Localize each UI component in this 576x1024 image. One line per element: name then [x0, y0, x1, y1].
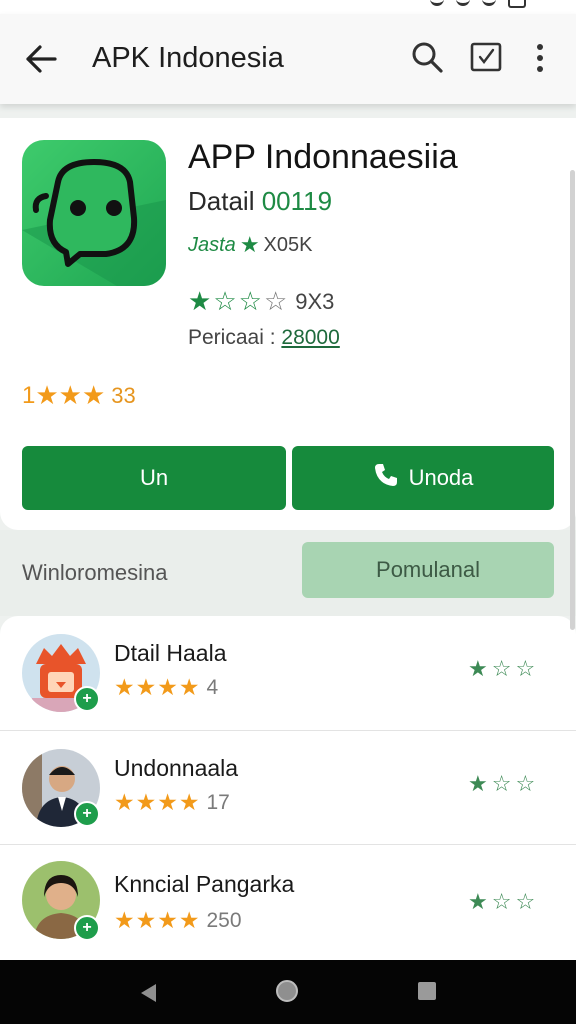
star-rating[interactable]: ★ ☆ ☆ — [468, 771, 535, 797]
star-half-icon: ★ — [468, 656, 488, 681]
star-rating[interactable]: ★ ☆ ☆ — [468, 656, 535, 682]
signal-icon — [430, 0, 444, 6]
battery-icon — [508, 0, 526, 8]
list-item-count: 17 — [206, 790, 230, 814]
list-item-count: 4 — [206, 675, 219, 699]
star-half-icon: ★ — [468, 771, 488, 796]
period-line: Pericaai : 28000 — [188, 326, 340, 350]
status-bar — [0, 0, 576, 14]
app-detail-card: APP Indonnaesiia Datail 00119 Jasta ★ X0… — [0, 118, 576, 530]
more-vert-icon[interactable] — [530, 42, 550, 74]
user-rating-count: 33 — [111, 382, 136, 408]
call-button-label: Unoda — [408, 465, 474, 490]
check-box-icon[interactable] — [470, 42, 502, 72]
period-label: Pericaai : — [188, 326, 276, 349]
page-title: APK Indonesia — [92, 42, 284, 74]
detail-value: 00119 — [261, 186, 333, 216]
tag-line: Jasta ★ X05K — [188, 232, 312, 258]
star-rating[interactable]: ★ ☆ ☆ — [468, 889, 535, 915]
star-icon: ★★★★ — [114, 907, 201, 933]
add-icon[interactable]: + — [74, 915, 100, 941]
star-outline-icon: ☆ — [491, 656, 512, 681]
scrollbar[interactable] — [570, 170, 575, 630]
status-icons — [430, 0, 526, 8]
system-nav-bar — [0, 960, 576, 1024]
star-outline-icon: ☆ — [515, 771, 536, 796]
list-item[interactable]: + Dtail Haala ★★★★ 4 ★ ☆ ☆ — [0, 616, 576, 730]
list-item-rating: ★★★★ 17 — [114, 789, 230, 816]
primary-button[interactable]: Un — [22, 446, 286, 510]
star-outline-icon: ☆ — [238, 286, 262, 316]
add-icon[interactable]: + — [74, 686, 100, 712]
filter-label[interactable]: Winloromesina — [22, 560, 168, 586]
nav-home-icon[interactable] — [276, 980, 298, 1002]
list-item-name: Dtail Haala — [114, 640, 227, 666]
star-outline-icon: ☆ — [263, 286, 288, 316]
wifi-icon — [456, 0, 470, 6]
period-value[interactable]: 28000 — [281, 326, 339, 349]
star-outline-icon: ☆ — [491, 771, 512, 796]
detail-prefix: Datail — [188, 186, 255, 216]
tag-text: Jasta — [188, 233, 236, 256]
call-button[interactable]: Unoda — [292, 446, 554, 510]
star-outline-icon: ☆ — [515, 889, 536, 914]
list-item-name: Undonnaala — [114, 755, 239, 781]
list-item-count: 250 — [206, 908, 242, 932]
phone-icon — [373, 462, 399, 494]
star-icon: ★★★★ — [114, 789, 201, 815]
app-bar: APK Indonesia — [0, 14, 576, 104]
rating-count: 9X3 — [295, 288, 335, 314]
filter-chip-label: Pomulanal — [376, 557, 480, 582]
star-outline-icon: ☆ — [213, 286, 237, 316]
star-outline-icon: ☆ — [491, 889, 512, 914]
filter-chip[interactable]: Pomulanal — [302, 542, 554, 598]
rating-line: ★ ☆ ☆ ☆ 9X3 — [188, 286, 334, 317]
list-item-rating: ★★★★ 250 — [114, 907, 242, 934]
star-filled-icon: ★ — [188, 286, 212, 316]
star-outline-icon: ☆ — [515, 656, 536, 681]
nav-back-icon[interactable] — [138, 982, 158, 1009]
arrow-back-icon[interactable] — [24, 44, 58, 74]
primary-button-label: Un — [139, 465, 169, 490]
app-logo-icon — [22, 140, 166, 286]
nav-recents-icon[interactable] — [418, 982, 436, 1000]
review-list: + Dtail Haala ★★★★ 4 ★ ☆ ☆ + Undonnaala — [0, 616, 576, 960]
list-item[interactable]: + Knncial Pangarka ★★★★ 250 ★ ☆ ☆ — [0, 844, 576, 958]
star-icon: ★★★★ — [114, 674, 201, 700]
filter-row: Winloromesina Pomulanal — [0, 530, 576, 616]
detail-line: Datail 00119 — [188, 186, 332, 217]
search-icon[interactable] — [410, 40, 444, 74]
add-icon[interactable]: + — [74, 801, 100, 827]
rating-prefix: 1 — [22, 381, 36, 409]
star-icon: ★ — [239, 232, 260, 257]
list-item-rating: ★★★★ 4 — [114, 674, 218, 701]
user-rating: 1 ★★★ 33 — [22, 380, 136, 411]
list-item[interactable]: + Undonnaala ★★★★ 17 ★ ☆ ☆ — [0, 730, 576, 844]
vibrate-icon — [482, 0, 496, 6]
list-item-name: Knncial Pangarka — [114, 871, 295, 897]
star-icon: ★★★ — [35, 380, 106, 410]
tag-count: X05K — [263, 233, 313, 256]
app-name: APP Indonnaesiia — [188, 138, 458, 176]
star-half-icon: ★ — [468, 889, 488, 914]
